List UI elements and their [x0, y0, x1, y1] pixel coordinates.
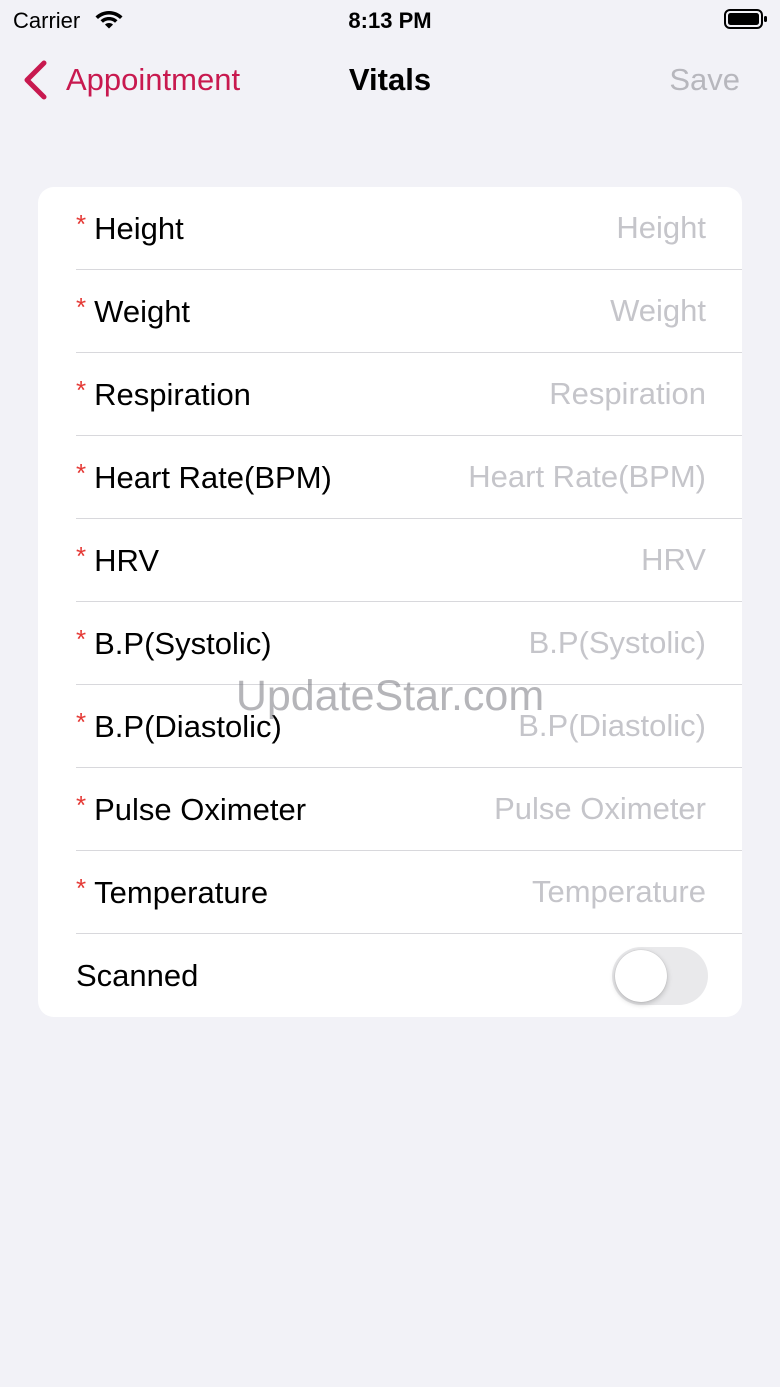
row-label: * HRV — [76, 519, 159, 602]
form-row-heart-rate: * Heart Rate(BPM) — [38, 436, 742, 519]
required-marker: * — [76, 873, 87, 903]
form-row-height: * Height — [38, 187, 742, 270]
form-row-bp-diastolic: * B.P(Diastolic) — [38, 685, 742, 768]
row-label-text: B.P(Systolic) — [94, 625, 272, 661]
navigation-bar: Appointment Vitals Save — [0, 50, 780, 112]
row-label-text: Respiration — [94, 376, 251, 412]
row-label-text: Weight — [94, 293, 191, 329]
save-button[interactable]: Save — [669, 62, 740, 98]
battery-icon — [724, 9, 767, 29]
form-row-temperature: * Temperature — [38, 851, 742, 934]
bp-systolic-input[interactable] — [406, 618, 706, 668]
row-label: * Weight — [76, 270, 190, 353]
row-label: * B.P(Systolic) — [76, 602, 272, 685]
row-label: * Respiration — [76, 353, 251, 436]
row-label-text: Height — [94, 210, 184, 246]
row-label: * Height — [76, 187, 184, 270]
toggle-knob — [615, 950, 667, 1002]
form-row-hrv: * HRV — [38, 519, 742, 602]
form-row-weight: * Weight — [38, 270, 742, 353]
row-label: Scanned — [76, 934, 198, 1017]
row-label-text: Heart Rate(BPM) — [94, 459, 332, 495]
row-label-text: HRV — [94, 542, 160, 578]
scanned-toggle[interactable] — [612, 947, 708, 1005]
temperature-input[interactable] — [406, 867, 706, 917]
required-marker: * — [76, 707, 87, 737]
status-bar: Carrier 8:13 PM — [0, 0, 780, 40]
bp-diastolic-input[interactable] — [406, 701, 706, 751]
required-marker: * — [76, 624, 87, 654]
required-marker: * — [76, 790, 87, 820]
row-label-text: Pulse Oximeter — [94, 791, 307, 827]
row-label: * Heart Rate(BPM) — [76, 436, 332, 519]
required-marker: * — [76, 458, 87, 488]
row-label: * Pulse Oximeter — [76, 768, 306, 851]
page-title: Vitals — [348, 62, 432, 97]
required-marker: * — [76, 541, 87, 571]
form-row-respiration: * Respiration — [38, 353, 742, 436]
pulse-oximeter-input[interactable] — [406, 784, 706, 834]
form-row-bp-systolic: * B.P(Systolic) — [38, 602, 742, 685]
required-marker: * — [76, 209, 87, 239]
row-label: * B.P(Diastolic) — [76, 685, 282, 768]
height-input[interactable] — [406, 203, 706, 253]
scanned-label: Scanned — [76, 957, 199, 993]
status-time: 8:13 PM — [348, 8, 432, 33]
weight-input[interactable] — [406, 286, 706, 336]
form-row-scanned: Scanned — [38, 934, 742, 1017]
vitals-form: * Height * Weight * Respiration * Heart … — [38, 187, 742, 1017]
required-marker: * — [76, 292, 87, 322]
respiration-input[interactable] — [406, 369, 706, 419]
vitals-screen: Carrier 8:13 PM Appointment Vitals Save … — [0, 0, 780, 1387]
hrv-input[interactable] — [406, 535, 706, 585]
row-label: * Temperature — [76, 851, 268, 934]
heart-rate-input[interactable] — [406, 452, 706, 502]
required-marker: * — [76, 375, 87, 405]
form-row-pulse-oximeter: * Pulse Oximeter — [38, 768, 742, 851]
row-label-text: Temperature — [94, 874, 269, 910]
row-label-text: B.P(Diastolic) — [94, 708, 282, 744]
